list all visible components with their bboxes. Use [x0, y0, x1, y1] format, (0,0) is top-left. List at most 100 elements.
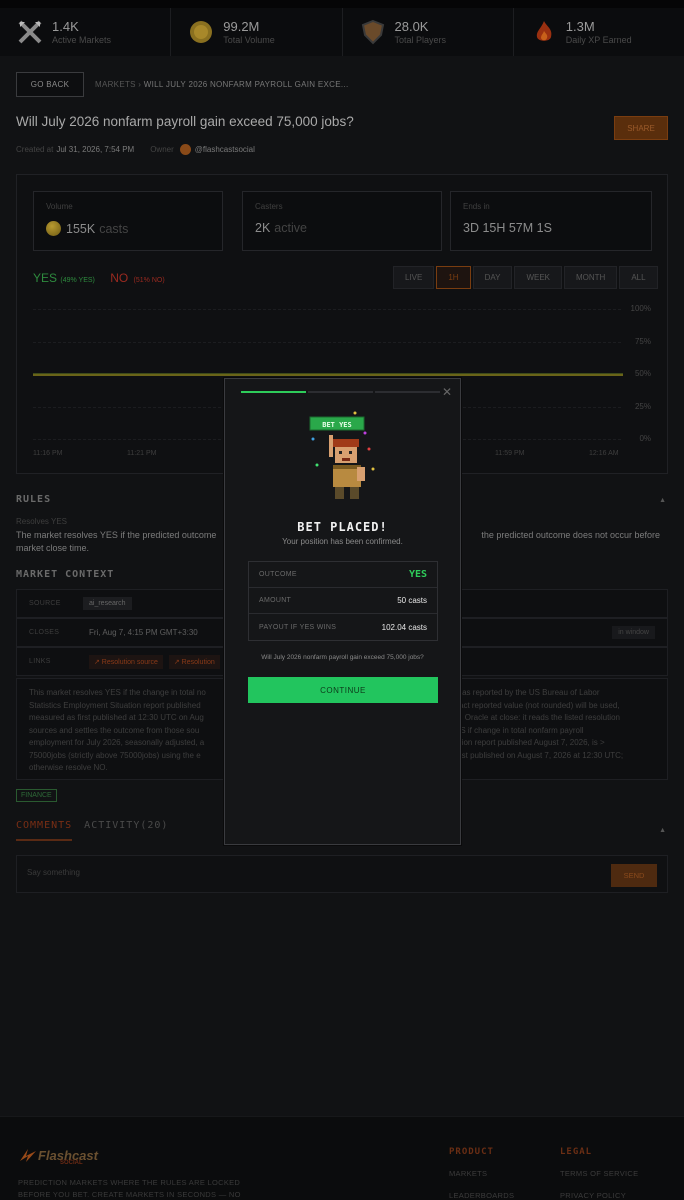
market-question: Will July 2026 nonfarm payroll gain exce…: [261, 654, 424, 661]
amount-row: AMOUNT 50 casts: [249, 588, 437, 614]
tagline-line: PREDICTION MARKETS WHERE THE RULES ARE L…: [18, 1178, 241, 1187]
source-label: SOURCE: [29, 600, 61, 607]
footer-product-heading: PRODUCT: [449, 1147, 494, 1157]
description-line: first published on August 7, 2026 at 12:…: [455, 750, 624, 760]
stat-label: Daily XP Earned: [565, 35, 632, 45]
rules-sub: Resolves YES: [16, 517, 67, 526]
shield-icon: [359, 18, 387, 46]
closes-label: CLOSES: [29, 629, 60, 636]
description-line: AI Oracle at close: it reads the listed …: [455, 713, 620, 722]
stat-value: 99.2M: [223, 19, 260, 34]
flashcast-logo-icon: [20, 1149, 36, 1162]
description-line: xact reported value (not rounded) will b…: [455, 700, 620, 710]
description-line: This market resolves YES if the change i…: [29, 688, 206, 697]
rules-heading: RULES: [16, 494, 52, 505]
volume-unit: casts: [99, 221, 129, 236]
close-icon[interactable]: ✕: [442, 385, 452, 399]
owner-link[interactable]: @flashcastsocial: [195, 145, 255, 154]
x-tick-label: 11:59 PM: [495, 450, 525, 457]
description-line: 75000jobs (strictly above 75000jobs) usi…: [29, 750, 201, 760]
send-button[interactable]: SEND: [611, 864, 657, 887]
go-back-button[interactable]: GO BACK: [16, 72, 84, 97]
description-left: This market resolves YES if the change i…: [29, 687, 206, 775]
comment-box: SEND: [16, 855, 668, 893]
modal-title: BET PLACED!: [297, 520, 388, 534]
stat-label: Total Volume: [223, 35, 275, 45]
casters-label: Casters: [255, 202, 283, 211]
tab-comments[interactable]: COMMENTS: [16, 820, 73, 841]
footer-legal-heading: LEGAL: [560, 1147, 593, 1157]
progress-steps: [241, 391, 442, 393]
range-all[interactable]: ALL: [619, 266, 658, 289]
resolution-link[interactable]: ↗ Resolution: [168, 654, 220, 669]
coin-icon: [187, 18, 215, 46]
description-line: otherwise resolve NO.: [29, 763, 108, 772]
ends-in-box: Ends in 3D 15H 57M 1S: [450, 191, 652, 251]
collapse-comments-icon[interactable]: ▲: [659, 827, 666, 834]
stat-value: 1.3M: [565, 19, 595, 34]
flame-icon: [530, 18, 558, 46]
chart-gridline: [33, 309, 621, 310]
footer-link-markets[interactable]: MARKETS: [449, 1169, 487, 1178]
stat-label: Total Players: [394, 35, 447, 45]
stat-active-markets: 1.4K Active Markets: [0, 8, 172, 56]
breadcrumb: MARKETS › WILL JULY 2026 NONFARM PAYROLL…: [95, 80, 348, 89]
stat-total-players: 28.0K Total Players: [343, 8, 514, 56]
category-tag[interactable]: FINANCE: [16, 789, 57, 802]
stat-value: 28.0K: [394, 19, 429, 34]
x-tick-label: 11:21 PM: [127, 450, 157, 457]
range-selector: LIVE 1H DAY WEEK MONTH ALL: [393, 266, 660, 289]
volume-value: 155K: [66, 221, 96, 236]
collapse-rules-icon[interactable]: ▲: [659, 497, 666, 504]
range-week[interactable]: WEEK: [514, 266, 562, 289]
description-line: employment for July 2026, seasonally adj…: [29, 738, 205, 747]
comments-tabs: COMMENTS ACTIVITY(20): [16, 820, 168, 841]
rules-text-right: the predicted outcome does not occur bef…: [481, 530, 660, 540]
casters-box: Casters 2K active: [242, 191, 442, 251]
tab-activity[interactable]: ACTIVITY(20): [84, 820, 168, 841]
odds-legend: YES (49% YES) NO (51% NO): [33, 271, 165, 285]
volume-label: Volume: [46, 202, 73, 211]
in-window-badge: in window: [612, 626, 655, 639]
crossed-swords-icon: [16, 18, 44, 46]
breadcrumb-markets-link[interactable]: MARKETS ›: [95, 80, 141, 89]
links-label: LINKS: [29, 658, 51, 665]
series-line-yes: [33, 373, 623, 376]
range-month[interactable]: MONTH: [564, 266, 618, 289]
chart-gridline: [33, 341, 621, 343]
y-tick-label: 100%: [630, 304, 651, 313]
y-tick-label: 75%: [634, 336, 651, 346]
stat-total-volume: 99.2M Total Volume: [171, 8, 343, 56]
description-line: ), as reported by the US Bureau of Labor: [455, 688, 600, 697]
description-line: sources and settles the outcome from tho…: [29, 725, 200, 735]
amount-value: 50 casts: [397, 596, 427, 605]
page-title: Will July 2026 nonfarm payroll gain exce…: [16, 114, 354, 129]
step-indicator: [241, 391, 306, 393]
no-label: NO: [110, 271, 129, 285]
amount-label: AMOUNT: [259, 597, 292, 604]
yes-pct: (49% YES): [60, 277, 95, 284]
footer-link-terms[interactable]: TERMS OF SERVICE: [560, 1169, 638, 1178]
comment-input[interactable]: [27, 868, 427, 877]
footer-logo[interactable]: Flashcast SOCIAL: [18, 1147, 98, 1166]
rules-text-left: The market resolves YES if the predicted…: [16, 530, 217, 540]
x-tick-label: 12:16 AM: [589, 450, 619, 457]
description-line: Statistics Employment Situation report p…: [29, 700, 201, 710]
coin-icon: [46, 221, 61, 236]
footer-link-privacy[interactable]: PRIVACY POLICY: [560, 1191, 626, 1200]
continue-button[interactable]: CONTINUE: [248, 677, 438, 703]
range-day[interactable]: DAY: [472, 266, 513, 289]
outcome-value: YES: [408, 569, 427, 580]
casters-unit: active: [274, 221, 307, 235]
range-live[interactable]: LIVE: [393, 266, 435, 289]
logo-subtext: SOCIAL: [60, 1160, 83, 1166]
y-tick-label: 25%: [634, 401, 651, 411]
ends-value: 3D 15H 57M 1S: [463, 221, 552, 235]
description-line: measured as first published at 12:30 UTC…: [29, 713, 204, 722]
range-1h[interactable]: 1H: [436, 266, 471, 289]
share-button[interactable]: SHARE: [614, 116, 668, 140]
source-chip: ai_research: [83, 597, 132, 610]
footer-link-leaderboards[interactable]: LEADERBOARDS: [449, 1191, 514, 1200]
payout-label: PAYOUT IF YES WINS: [259, 623, 337, 631]
resolution-source-link[interactable]: ↗ Resolution source: [89, 654, 163, 669]
